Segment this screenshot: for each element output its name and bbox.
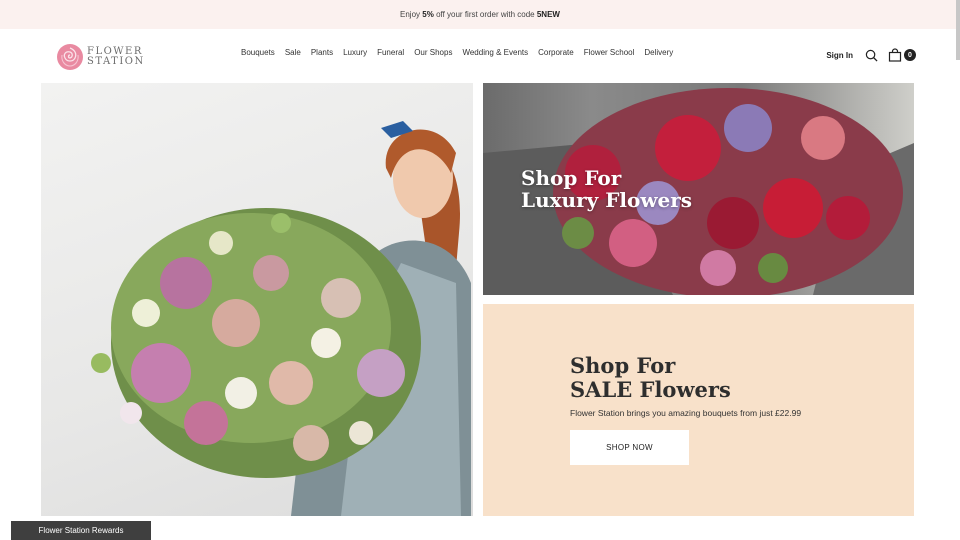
sale-promo-panel: Shop For SALE Flowers Flower Station bri… xyxy=(483,304,914,516)
header-actions: Sign In 0 xyxy=(826,48,916,62)
nav-item-funeral[interactable]: Funeral xyxy=(377,48,404,57)
logo[interactable]: FLOWER STATION xyxy=(56,43,145,71)
luxury-heading-line1: Shop For xyxy=(521,166,622,190)
sale-heading: Shop For SALE Flowers xyxy=(570,354,731,402)
page-scrollbar[interactable] xyxy=(956,0,960,60)
search-icon[interactable] xyxy=(865,49,878,62)
promo-code: 5NEW xyxy=(536,10,560,19)
promo-bar: Enjoy 5% off your first order with code … xyxy=(0,0,960,29)
nav-item-wedding-events[interactable]: Wedding & Events xyxy=(462,48,528,57)
logo-line2: STATION xyxy=(87,56,145,67)
sale-description: Flower Station brings you amazing bouque… xyxy=(570,408,802,418)
nav-item-flower-school[interactable]: Flower School xyxy=(584,48,635,57)
nav-item-bouquets[interactable]: Bouquets xyxy=(241,48,275,57)
promo-middle: off your first order with code xyxy=(436,10,535,19)
nav-item-sale[interactable]: Sale xyxy=(285,48,301,57)
nav-item-corporate[interactable]: Corporate xyxy=(538,48,574,57)
logo-wordmark: FLOWER STATION xyxy=(87,47,145,67)
promo-prefix: Enjoy xyxy=(400,10,421,19)
luxury-heading: Shop For Luxury Flowers xyxy=(521,167,692,211)
site-header: FLOWER STATION Bouquets Sale Plants Luxu… xyxy=(0,29,960,83)
cart-button[interactable]: 0 xyxy=(888,48,916,62)
nav-item-luxury[interactable]: Luxury xyxy=(343,48,367,57)
shop-now-button[interactable]: SHOP NOW xyxy=(570,430,689,465)
shopping-bag-icon xyxy=(888,48,902,62)
main-nav: Bouquets Sale Plants Luxury Funeral Our … xyxy=(236,48,678,57)
nav-item-delivery[interactable]: Delivery xyxy=(644,48,673,57)
rose-logo-icon xyxy=(57,44,83,70)
hero-florist-image[interactable] xyxy=(41,83,473,516)
sale-heading-line2: SALE Flowers xyxy=(570,377,731,402)
rewards-tab[interactable]: Flower Station Rewards xyxy=(11,521,151,540)
luxury-heading-line2: Luxury Flowers xyxy=(521,188,693,212)
nav-item-our-shops[interactable]: Our Shops xyxy=(414,48,452,57)
florist-bouquet-illustration xyxy=(91,121,471,516)
promo-discount: 5% xyxy=(422,10,434,19)
sale-heading-line1: Shop For xyxy=(570,353,676,378)
sign-in-link[interactable]: Sign In xyxy=(826,51,853,60)
luxury-flowers-banner[interactable]: Shop For Luxury Flowers xyxy=(483,83,914,295)
cart-count-badge: 0 xyxy=(904,49,916,61)
nav-item-plants[interactable]: Plants xyxy=(311,48,333,57)
